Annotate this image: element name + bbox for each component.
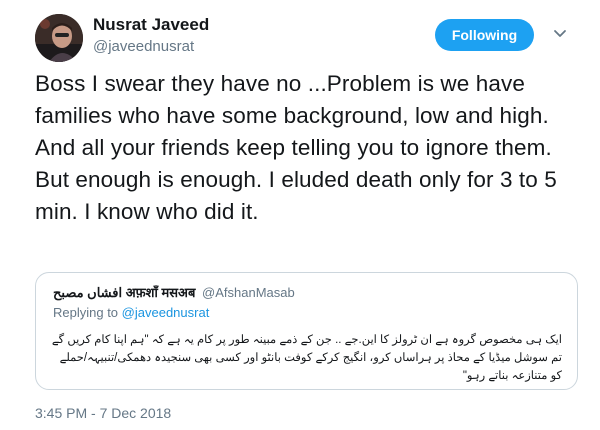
profile-photo [35,14,83,62]
avatar[interactable] [35,14,83,62]
author-handle[interactable]: @javeednusrat [93,38,194,55]
quoted-author-handle: @AfshanMasab [202,285,295,300]
author-display-name[interactable]: Nusrat Javeed [93,15,209,35]
quoted-author-name: افشاں مصبح अफ़शाँ मसअब [53,285,196,300]
quoted-tweet-header: افشاں مصبح अफ़शाँ मसअब @AfshanMasab [53,283,295,301]
quoted-tweet-text: ایک ہی مخصوص گروہ ہے ان ٹرولز کا این.جے … [51,334,562,382]
tweet-timestamp[interactable]: 3:45 PM - 7 Dec 2018 [35,405,171,421]
quoted-tweet-card[interactable]: افشاں مصبح अफ़शाँ मसअब @AfshanMasab Repl… [35,272,578,390]
following-button[interactable]: Following [435,19,534,51]
replying-to-label: Replying to [53,305,119,320]
tweet-text: Boss I swear they have no ...Problem is … [35,71,557,224]
replying-to-line: Replying to @javeednusrat [53,305,209,320]
replying-to-mention[interactable]: @javeednusrat [122,305,210,320]
chevron-down-icon[interactable] [552,26,568,42]
